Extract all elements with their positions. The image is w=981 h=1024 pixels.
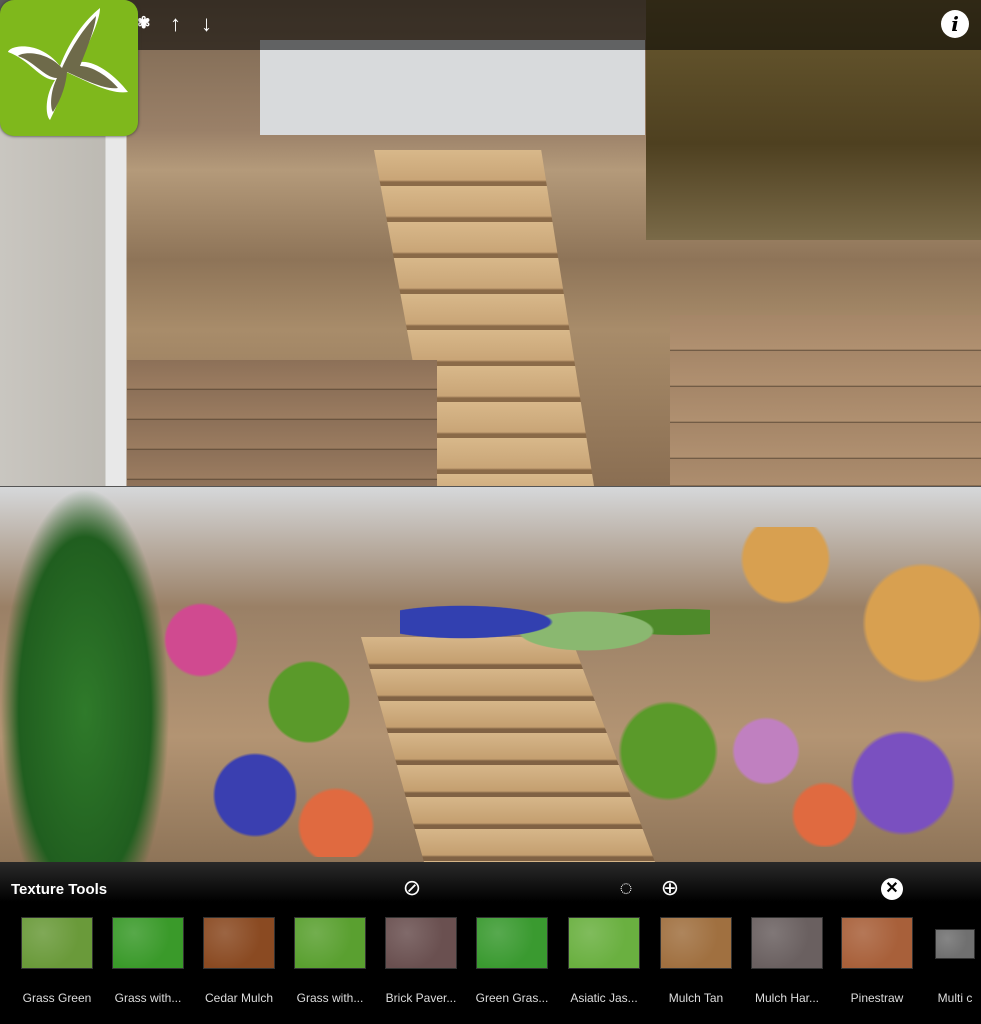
texture-swatch	[294, 917, 366, 969]
texture-swatch	[660, 917, 732, 969]
texture-item[interactable]: Grass with...	[286, 917, 374, 1007]
texture-swatch	[935, 929, 975, 959]
texture-item[interactable]: Cedar Mulch	[195, 917, 283, 1007]
info-icon[interactable]: i	[941, 10, 969, 38]
after-photo[interactable]	[0, 487, 981, 862]
texture-label: Green Gras...	[475, 991, 549, 1005]
add-page-icon[interactable]: ⊕	[654, 872, 686, 904]
texture-label: Cedar Mulch	[204, 991, 274, 1005]
texture-label: Brick Paver...	[385, 991, 457, 1005]
flower-bed-right	[590, 527, 981, 847]
texture-item[interactable]: Grass Green	[13, 917, 101, 1007]
texture-label: Grass with...	[114, 991, 182, 1005]
texture-item[interactable]: Green Gras...	[468, 917, 556, 1007]
texture-tools-panel: Texture Tools ⊘ ◌ ⊕ ✕ Grass Green Grass w…	[0, 862, 981, 1024]
texture-label: Mulch Tan	[668, 991, 724, 1005]
retaining-wall-left	[127, 360, 437, 486]
texture-label: Grass with...	[296, 991, 364, 1005]
texture-label: Multi c	[937, 991, 973, 1005]
retaining-wall-right	[670, 315, 981, 485]
house-wall	[260, 40, 645, 135]
texture-swatch	[476, 917, 548, 969]
arrow-up-icon[interactable]: ↑	[170, 10, 181, 38]
plant-icon[interactable]: ✾	[137, 10, 150, 38]
arrow-down-icon[interactable]: ↓	[201, 10, 212, 38]
texture-swatch	[203, 917, 275, 969]
texture-item[interactable]: Mulch Har...	[743, 917, 831, 1007]
texture-label: Mulch Har...	[754, 991, 820, 1005]
app-logo[interactable]	[0, 0, 138, 136]
top-toolbar: ✾ ↑ ↓ i	[0, 0, 981, 50]
texture-item[interactable]: Mulch Tan	[652, 917, 740, 1007]
before-photo	[0, 0, 981, 486]
texture-swatch	[751, 917, 823, 969]
close-icon[interactable]: ✕	[881, 878, 903, 900]
texture-label: Asiatic Jas...	[570, 991, 638, 1005]
texture-swatch	[568, 917, 640, 969]
texture-item[interactable]: Asiatic Jas...	[560, 917, 648, 1007]
texture-item[interactable]: Multi c	[911, 917, 981, 1007]
texture-item[interactable]: Grass with...	[104, 917, 192, 1007]
butterfly-icon	[8, 8, 128, 120]
evergreen-tree	[0, 487, 170, 862]
texture-swatch	[385, 917, 457, 969]
texture-swatch	[841, 917, 913, 969]
texture-swatch	[21, 917, 93, 969]
delete-selection-icon[interactable]: ◌	[610, 872, 642, 904]
texture-item[interactable]: Brick Paver...	[377, 917, 465, 1007]
texture-label: Grass Green	[22, 991, 92, 1005]
texture-swatch	[112, 917, 184, 969]
panel-title: Texture Tools	[11, 881, 108, 898]
eraser-selection-icon[interactable]: ⊘	[396, 872, 428, 904]
